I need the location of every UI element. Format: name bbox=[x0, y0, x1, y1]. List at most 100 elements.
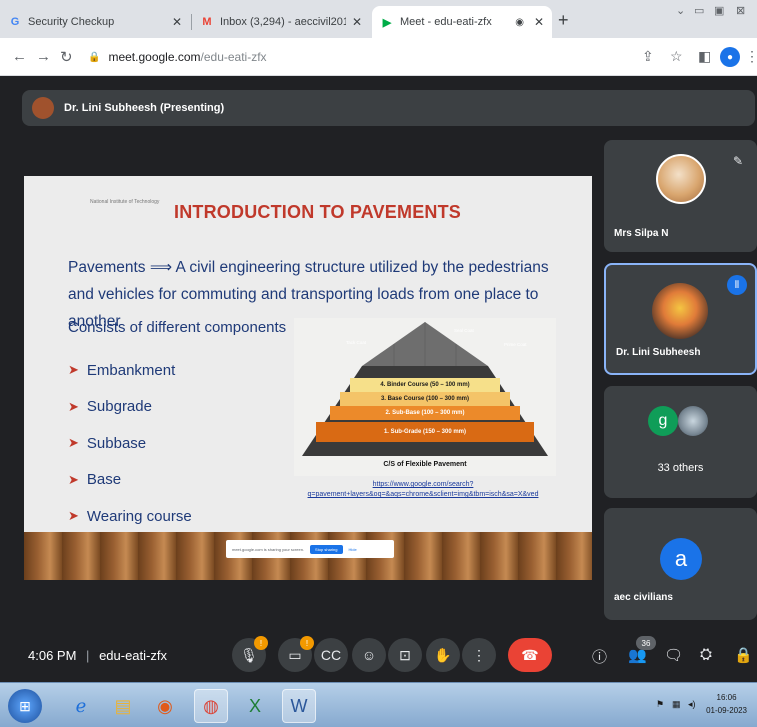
url-path: /edu-eati-zfx bbox=[200, 50, 267, 64]
diagram-label: Tack Coat bbox=[346, 340, 367, 345]
gmail-icon: M bbox=[202, 16, 212, 28]
meeting-code: edu-eati-zfx bbox=[99, 648, 167, 663]
others-count: 33 others bbox=[657, 462, 704, 474]
word-icon[interactable]: W bbox=[282, 689, 316, 723]
participant-name: Mrs Silpa N bbox=[614, 228, 669, 239]
raise-hand-button[interactable]: ✋ bbox=[426, 638, 460, 672]
hide-banner-button[interactable]: Hide bbox=[349, 547, 357, 552]
tab-security-checkup[interactable]: G Security Checkup ✕ bbox=[0, 6, 190, 38]
list-item: ➤ Wearing course bbox=[68, 507, 192, 525]
components-heading: Consists of different components bbox=[68, 319, 287, 336]
leave-call-button[interactable]: ☎ bbox=[508, 638, 552, 672]
meeting-details-icon[interactable]: ⓘ bbox=[592, 646, 607, 667]
close-tab-icon[interactable]: ✕ bbox=[534, 15, 544, 29]
slide-header: National Institute of Technology INTRODU… bbox=[24, 176, 592, 228]
captions-button[interactable]: CC bbox=[314, 638, 348, 672]
participant-avatar: a bbox=[660, 538, 702, 580]
screen-share-banner: meet.google.com is sharing your screen. … bbox=[226, 540, 394, 558]
participant-tile-lini[interactable]: ⦀ Dr. Lini Subheesh bbox=[604, 263, 757, 375]
list-item: ➤ Embankment bbox=[68, 361, 176, 379]
people-icon[interactable]: 👥 bbox=[628, 646, 647, 664]
audio-playing-icon: ◉ bbox=[515, 16, 524, 28]
presenter-bar: Dr. Lini Subheesh (Presenting) bbox=[22, 90, 755, 126]
windows-icon: ⊞ bbox=[19, 697, 31, 714]
tab-inbox[interactable]: M Inbox (3,294) - aeccivil2010@gm ✕ bbox=[192, 6, 370, 38]
speaking-indicator-icon: ⦀ bbox=[727, 275, 747, 295]
back-icon[interactable]: ← bbox=[12, 48, 27, 65]
participant-tile-others[interactable]: g 33 others bbox=[604, 386, 757, 498]
tray-network-icon: ▦ bbox=[672, 699, 681, 709]
source-link[interactable]: https://www.google.com/search?q=pavement… bbox=[268, 480, 578, 500]
chat-icon[interactable]: 🗨 bbox=[664, 646, 683, 664]
arrow-icon: ⟹ bbox=[149, 259, 176, 276]
share-banner-text: meet.google.com is sharing your screen. bbox=[232, 546, 305, 552]
share-icon[interactable]: ⇪ bbox=[642, 48, 654, 65]
participant-avatar bbox=[656, 154, 706, 204]
tray-flag-icon: ⚑ bbox=[656, 699, 665, 709]
address-bar-row: ← → ↻ 🔒 meet.google.com/edu-eati-zfx ⇪ ☆… bbox=[0, 38, 757, 76]
participant-avatar bbox=[678, 406, 708, 436]
tab-title: Meet - edu-eati-zfx bbox=[400, 16, 492, 28]
chrome-icon[interactable]: ◍ bbox=[194, 689, 228, 723]
windows-taskbar: ⊞ ℯ ▤ ◉ ◍ X W ⚑ ▦ ◂) 16:06 01-09-2023 bbox=[0, 682, 757, 727]
internet-explorer-icon[interactable]: ℯ bbox=[64, 689, 98, 723]
bullet-arrow-icon: ➤ bbox=[68, 435, 79, 451]
minimize-button[interactable]: ▭ bbox=[694, 4, 704, 17]
pavement-diagram: Tack Coat Seal Coat Prime Coat 4. Binder… bbox=[294, 318, 556, 476]
diagram-label: Seal Coat bbox=[454, 328, 474, 333]
close-tab-icon[interactable]: ✕ bbox=[172, 15, 182, 29]
participant-tile-aec[interactable]: a aec civilians bbox=[604, 508, 757, 620]
slide-institution: National Institute of Technology bbox=[90, 199, 160, 205]
host-controls-icon[interactable]: 🔒 bbox=[734, 646, 753, 664]
presenter-avatar bbox=[32, 97, 54, 119]
tab-meet[interactable]: ▶ Meet - edu-eati-zfx ◉ ✕ bbox=[372, 6, 552, 38]
bullet-arrow-icon: ➤ bbox=[68, 471, 79, 487]
mic-muted-icon: ✎ bbox=[732, 154, 743, 168]
close-window-button[interactable]: ⊠ bbox=[736, 4, 745, 17]
participant-avatar bbox=[652, 283, 708, 339]
list-item: ➤ Base bbox=[68, 471, 122, 489]
camera-warning-badge: ! bbox=[300, 636, 314, 650]
activities-icon[interactable]: ⛭ bbox=[700, 646, 712, 663]
meeting-info: 4:06 PM | edu-eati-zfx bbox=[28, 648, 167, 663]
slide-title: INTRODUCTION TO PAVEMENTS bbox=[174, 202, 462, 222]
meet-icon: ▶ bbox=[382, 16, 392, 29]
excel-icon[interactable]: X bbox=[238, 689, 272, 723]
divider: | bbox=[86, 648, 90, 663]
forward-icon[interactable]: → bbox=[36, 48, 51, 65]
diagram-caption: C/S of Flexible Pavement bbox=[383, 461, 467, 468]
system-clock: 16:06 01-09-2023 bbox=[706, 691, 747, 717]
file-explorer-icon[interactable]: ▤ bbox=[106, 689, 140, 723]
layer-binder: 4. Binder Course (50 – 100 mm) bbox=[350, 378, 500, 392]
emoji-button[interactable]: ☺ bbox=[352, 638, 386, 672]
clock-time: 16:06 bbox=[716, 693, 737, 702]
lock-icon: 🔒 bbox=[88, 51, 101, 63]
tab-search-icon[interactable]: ⌄ bbox=[676, 4, 685, 17]
participant-name: Dr. Lini Subheesh bbox=[616, 347, 701, 358]
menu-kebab-icon[interactable]: ⋮ bbox=[745, 48, 757, 65]
meet-main: Dr. Lini Subheesh (Presenting) National … bbox=[0, 76, 757, 682]
meet-controls-bar: 4:06 PM | edu-eati-zfx 🎙 ! ▭ ! CC ☺ ⊡ ✋ … bbox=[0, 630, 757, 682]
definition-term: Pavements bbox=[68, 259, 146, 276]
more-options-button[interactable]: ⋮ bbox=[462, 638, 496, 672]
new-tab-button[interactable]: + bbox=[558, 10, 569, 31]
bullet-arrow-icon: ➤ bbox=[68, 508, 79, 524]
bookmark-star-icon[interactable]: ☆ bbox=[670, 48, 683, 65]
url-host: meet.google.com bbox=[108, 50, 201, 64]
mic-warning-badge: ! bbox=[254, 636, 268, 650]
bullet-arrow-icon: ➤ bbox=[68, 398, 79, 414]
profile-avatar[interactable]: ● bbox=[720, 47, 740, 67]
start-button[interactable]: ⊞ bbox=[8, 689, 42, 723]
side-panel-icon[interactable]: ◧ bbox=[698, 48, 711, 65]
reload-icon[interactable]: ↻ bbox=[60, 48, 73, 66]
present-button[interactable]: ⊡ bbox=[388, 638, 422, 672]
media-player-icon[interactable]: ◉ bbox=[148, 689, 182, 723]
participant-tile-silpa[interactable]: ✎ Mrs Silpa N bbox=[604, 140, 757, 252]
close-tab-icon[interactable]: ✕ bbox=[352, 15, 362, 29]
url-field[interactable]: 🔒 meet.google.com/edu-eati-zfx bbox=[88, 45, 628, 69]
meeting-time: 4:06 PM bbox=[28, 648, 77, 663]
clock-date: 01-09-2023 bbox=[706, 706, 747, 715]
maximize-button[interactable]: ▣ bbox=[714, 4, 724, 17]
stop-sharing-button[interactable]: Stop sharing bbox=[310, 544, 343, 554]
layer-subbase: 2. Sub-Base (100 – 300 mm) bbox=[330, 406, 520, 420]
